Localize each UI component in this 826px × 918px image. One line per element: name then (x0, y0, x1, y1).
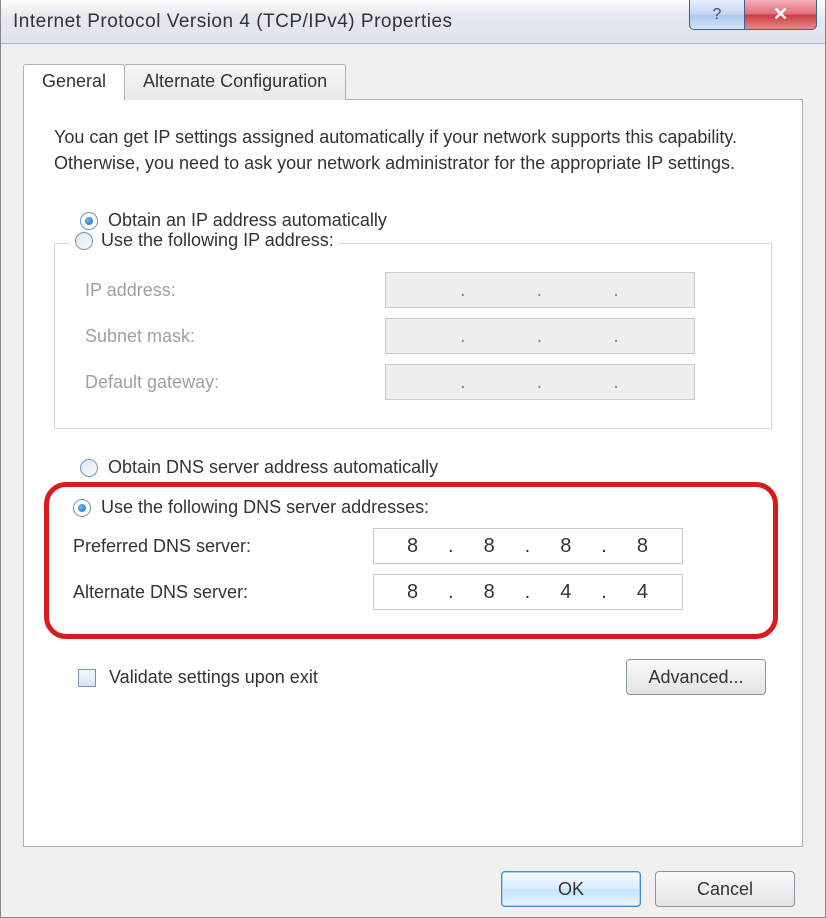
preferred-dns-row: Preferred DNS server: 8. 8. 8. 8 (73, 528, 755, 564)
radio-dns-manual-row[interactable]: Use the following DNS server addresses: (73, 497, 755, 518)
intro-text: You can get IP settings assigned automat… (54, 124, 772, 176)
cancel-button[interactable]: Cancel (655, 871, 795, 907)
tab-alternate[interactable]: Alternate Configuration (124, 64, 346, 100)
tab-panel-general: You can get IP settings assigned automat… (23, 99, 803, 847)
alternate-dns-oct4: 4 (624, 581, 662, 604)
ip-address-row: IP address: ... (85, 272, 749, 308)
ip-address-label: IP address: (85, 280, 385, 301)
close-icon: ✕ (773, 4, 788, 25)
tab-general[interactable]: General (23, 64, 125, 100)
window-buttons: ? ✕ (689, 0, 817, 30)
radio-ip-auto-row[interactable]: Obtain an IP address automatically (80, 210, 772, 231)
titlebar: Internet Protocol Version 4 (TCP/IPv4) P… (1, 0, 825, 44)
dns-highlight-box: Use the following DNS server addresses: … (44, 482, 778, 639)
tab-alternate-label: Alternate Configuration (143, 71, 327, 91)
ok-button[interactable]: OK (501, 871, 641, 907)
preferred-dns-oct4: 8 (624, 535, 662, 558)
ok-button-label: OK (558, 879, 584, 900)
tab-region: General Alternate Configuration You can … (23, 64, 803, 847)
window-title: Internet Protocol Version 4 (TCP/IPv4) P… (13, 11, 453, 33)
alternate-dns-oct3: 4 (547, 581, 585, 604)
subnet-row: Subnet mask: ... (85, 318, 749, 354)
preferred-dns-oct2: 8 (471, 535, 509, 558)
radio-dns-auto-row[interactable]: Obtain DNS server address automatically (80, 457, 772, 478)
radio-ip-auto-label: Obtain an IP address automatically (108, 210, 387, 231)
radio-dns-auto-label: Obtain DNS server address automatically (108, 457, 438, 478)
radio-dns-manual[interactable] (73, 499, 91, 517)
advanced-button-label: Advanced... (648, 667, 743, 688)
radio-dns-auto[interactable] (80, 459, 98, 477)
cancel-button-label: Cancel (697, 879, 753, 900)
help-icon: ? (713, 6, 722, 24)
validate-label: Validate settings upon exit (109, 667, 318, 687)
alternate-dns-row: Alternate DNS server: 8. 8. 4. 4 (73, 574, 755, 610)
alternate-dns-label: Alternate DNS server: (73, 582, 373, 603)
advanced-button[interactable]: Advanced... (626, 659, 766, 695)
ip-address-input: ... (385, 272, 695, 308)
dialog-body: General Alternate Configuration You can … (1, 44, 825, 917)
tab-strip: General Alternate Configuration (23, 64, 803, 100)
gateway-row: Default gateway: ... (85, 364, 749, 400)
subnet-input: ... (385, 318, 695, 354)
radio-ip-auto[interactable] (80, 212, 98, 230)
ip-group: Use the following IP address: IP address… (54, 243, 772, 429)
validate-checkbox-wrap[interactable]: Validate settings upon exit (78, 667, 318, 688)
preferred-dns-oct1: 8 (394, 535, 432, 558)
gateway-label: Default gateway: (85, 372, 385, 393)
validate-row: Validate settings upon exit Advanced... (54, 659, 772, 695)
subnet-label: Subnet mask: (85, 326, 385, 347)
preferred-dns-label: Preferred DNS server: (73, 536, 373, 557)
radio-dns-manual-label: Use the following DNS server addresses: (101, 497, 429, 518)
help-button[interactable]: ? (689, 0, 745, 30)
preferred-dns-oct3: 8 (547, 535, 585, 558)
tab-general-label: General (42, 71, 106, 91)
dialog-footer: OK Cancel (9, 859, 817, 907)
validate-checkbox[interactable] (78, 669, 96, 687)
ip-group-legend[interactable]: Use the following IP address: (69, 230, 340, 251)
alternate-dns-input[interactable]: 8. 8. 4. 4 (373, 574, 683, 610)
gateway-input: ... (385, 364, 695, 400)
preferred-dns-input[interactable]: 8. 8. 8. 8 (373, 528, 683, 564)
radio-ip-manual-label: Use the following IP address: (101, 230, 334, 251)
dialog-window: Internet Protocol Version 4 (TCP/IPv4) P… (0, 0, 826, 918)
radio-ip-manual[interactable] (75, 232, 93, 250)
close-button[interactable]: ✕ (745, 0, 817, 30)
alternate-dns-oct2: 8 (471, 581, 509, 604)
alternate-dns-oct1: 8 (394, 581, 432, 604)
